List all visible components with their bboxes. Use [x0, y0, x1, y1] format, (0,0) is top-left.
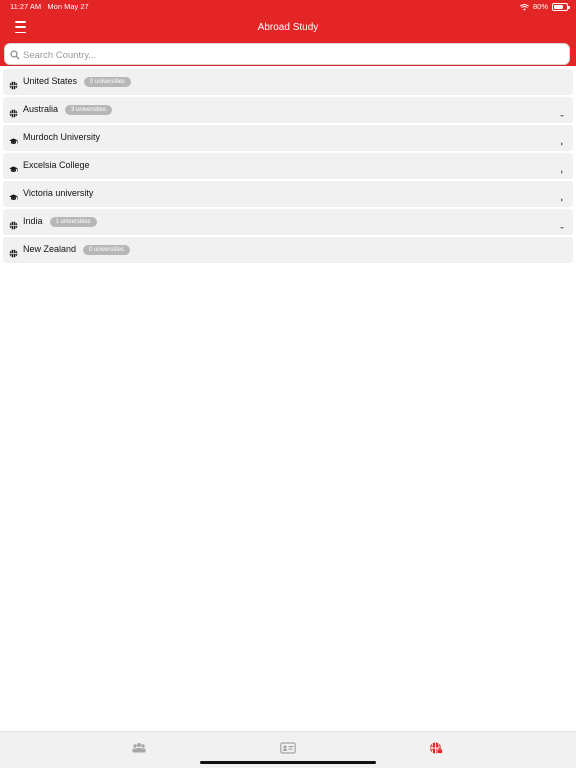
row-title: Murdoch University	[23, 132, 101, 142]
status-time-date: 11:27 AM Mon May 27	[10, 0, 89, 14]
home-indicator	[200, 761, 376, 764]
row-title: Victoria university	[23, 188, 94, 198]
chevron-down-icon	[559, 218, 565, 229]
graduation-cap-icon	[9, 189, 18, 201]
globe-icon	[9, 245, 18, 258]
chevron-down-icon	[559, 106, 565, 117]
tab-id-card[interactable]	[280, 741, 296, 755]
country-row[interactable]: United States 0 universities	[3, 69, 573, 94]
status-time: 11:27 AM	[10, 2, 42, 11]
row-label: Murdoch University	[23, 131, 100, 144]
chevron-right-icon	[559, 134, 565, 146]
people-icon	[132, 743, 146, 753]
row-label: United States 0 universities	[23, 75, 132, 88]
country-list: United States 0 universities Australia 3 un…	[0, 69, 576, 265]
university-count-badge: 1 universities	[49, 217, 97, 227]
wifi-icon	[520, 3, 529, 11]
row-label: Victoria university	[23, 187, 93, 200]
globe-school-icon	[430, 742, 443, 754]
app-header: 11:27 AM Mon May 27 80% Abroad Study	[0, 0, 576, 42]
status-bar: 11:27 AM Mon May 27 80%	[0, 0, 576, 14]
country-row[interactable]: India 1 universities	[3, 209, 573, 234]
chevron-right-icon	[559, 190, 565, 202]
globe-icon	[9, 217, 18, 230]
search-container	[0, 42, 576, 66]
row-title: Australia	[23, 104, 59, 114]
row-label: New Zealand 0 universities	[23, 243, 131, 256]
search-bar[interactable]	[4, 43, 570, 65]
university-row[interactable]: Victoria university	[3, 181, 573, 206]
id-card-icon	[280, 742, 296, 754]
row-title: United States	[23, 76, 78, 86]
tab-people[interactable]	[131, 741, 147, 755]
row-label: Australia 3 universities	[23, 103, 113, 116]
row-title: India	[23, 216, 43, 226]
country-row[interactable]: New Zealand 0 universities	[3, 237, 573, 262]
university-row[interactable]: Murdoch University	[3, 125, 573, 150]
globe-icon	[9, 77, 18, 90]
graduation-cap-icon	[9, 133, 18, 145]
country-row[interactable]: Australia 3 universities	[3, 97, 573, 122]
battery-percent: 80%	[532, 2, 548, 11]
university-count-badge: 0 universities	[83, 245, 131, 255]
graduation-cap-icon	[9, 161, 18, 173]
university-row[interactable]: Excelsia College	[3, 153, 573, 178]
row-title: New Zealand	[23, 244, 77, 254]
search-input[interactable]	[21, 46, 565, 64]
tab-abroad-study[interactable]	[428, 741, 444, 755]
search-icon	[10, 50, 20, 60]
status-right: 80%	[520, 0, 570, 14]
university-count-badge: 3 universities	[65, 105, 113, 115]
chevron-right-icon	[559, 162, 565, 174]
globe-icon	[9, 105, 18, 118]
page-title: Abroad Study	[257, 22, 319, 33]
battery-icon	[552, 3, 570, 11]
row-label: Excelsia College	[23, 159, 90, 172]
row-title: Excelsia College	[23, 160, 90, 170]
university-count-badge: 0 universities	[84, 77, 132, 87]
status-date: Mon May 27	[47, 2, 89, 11]
tab-bar	[0, 731, 576, 768]
row-label: India 1 universities	[23, 215, 97, 228]
